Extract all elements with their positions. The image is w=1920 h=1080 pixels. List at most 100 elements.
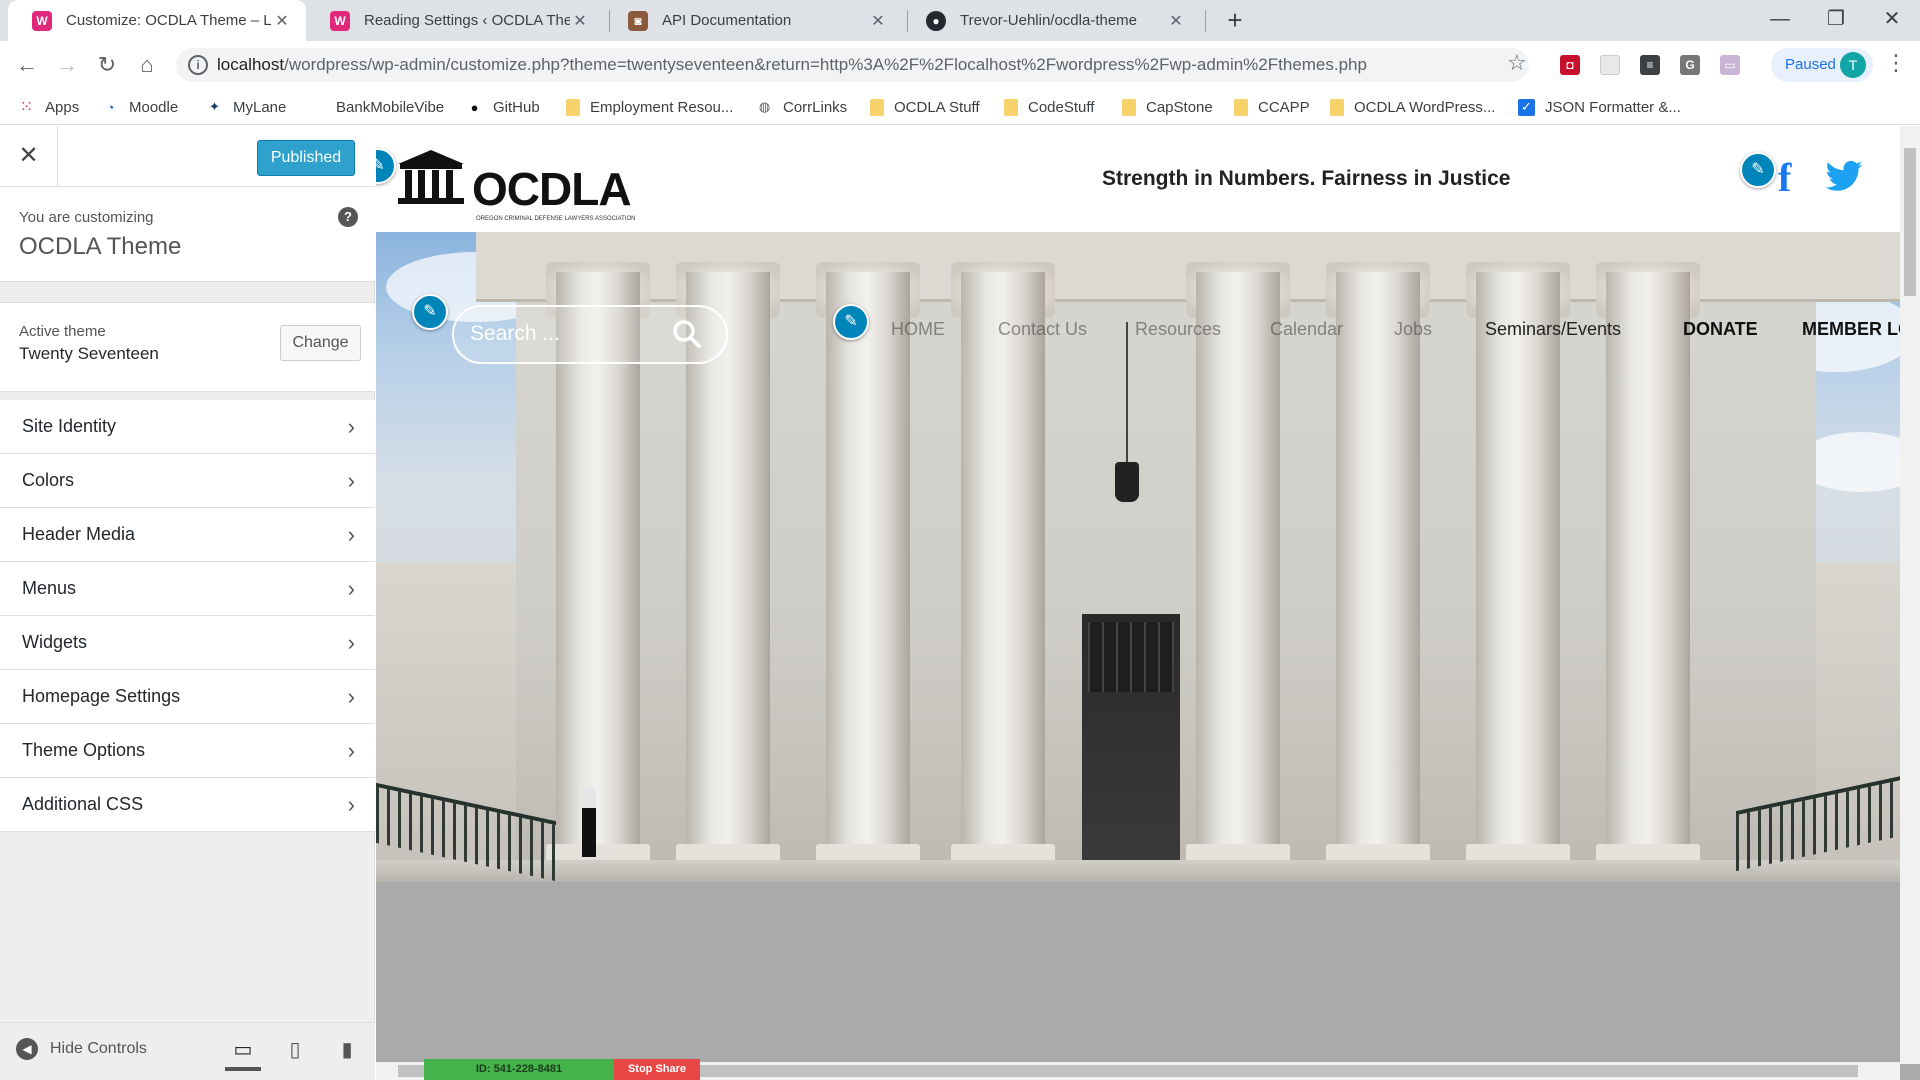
tab-reading-settings[interactable]: W Reading Settings ‹ OCDLA Theme ✕ [306, 0, 604, 41]
nav-home[interactable]: HOME [891, 319, 945, 340]
home-button[interactable]: ⌂ [130, 48, 164, 82]
section-widgets[interactable]: Widgets › [0, 616, 375, 670]
site-title: OCDLA Theme [19, 233, 182, 260]
section-theme-options[interactable]: Theme Options › [0, 724, 375, 778]
bookmark-label: OCDLA WordPress... [1354, 98, 1496, 116]
nav-member-login[interactable]: MEMBER LO [1802, 319, 1912, 340]
back-button[interactable]: ← [10, 48, 44, 82]
tab-strip: W Customize: OCDLA Theme – Libr ✕ W Read… [0, 0, 1920, 41]
avatar[interactable]: T [1840, 52, 1866, 78]
search-icon[interactable] [672, 319, 702, 349]
bookmark-star-icon[interactable]: ☆ [1507, 50, 1527, 76]
customizer-header: ✕ Published [0, 126, 375, 187]
facebook-icon[interactable]: f [1778, 154, 1791, 201]
change-theme-button[interactable]: Change [280, 325, 361, 361]
bookmark-mylane[interactable]: ✦ MyLane [206, 95, 286, 119]
bookmark-apps[interactable]: ⁙ Apps [18, 95, 79, 119]
bookmark-label: Apps [45, 98, 80, 116]
bookmark-ocdla-stuff[interactable]: OCDLA Stuff [870, 95, 980, 119]
minimize-button[interactable]: — [1752, 0, 1808, 41]
close-tab-icon[interactable]: ✕ [1166, 11, 1186, 31]
bookmark-json-formatter[interactable]: ✓ JSON Formatter &... [1518, 95, 1681, 119]
chevron-right-icon: › [347, 576, 355, 601]
search-input[interactable]: Search ... [452, 305, 728, 364]
extension-pocket-icon[interactable]: ◘ [1560, 55, 1580, 75]
bookmark-employment[interactable]: Employment Resou... [566, 95, 733, 119]
edit-shortcut-icon[interactable]: ✎ [376, 148, 396, 184]
close-customizer-icon[interactable]: ✕ [0, 126, 58, 187]
bookmark-ocdla-wordpress[interactable]: OCDLA WordPress... [1330, 95, 1495, 119]
close-window-button[interactable]: ✕ [1864, 0, 1920, 41]
browser-menu-icon[interactable]: ⋮ [1885, 50, 1907, 76]
nav-donate[interactable]: DONATE [1683, 319, 1758, 340]
close-tab-icon[interactable]: ✕ [570, 11, 590, 31]
section-site-identity[interactable]: Site Identity › [0, 400, 375, 454]
active-theme-label: Active theme [19, 323, 106, 340]
extension-g-icon[interactable]: G [1680, 55, 1700, 75]
bookmark-corrlinks[interactable]: ◍ CorrLinks [756, 95, 847, 119]
site-logo[interactable]: OCDLA OREGON CRIMINAL DEFENSE LAWYERS AS… [396, 148, 635, 222]
chevron-right-icon: › [347, 414, 355, 439]
tab-api-docs[interactable]: ◙ API Documentation ✕ [604, 0, 902, 41]
bookmark-label: OCDLA Stuff [894, 98, 980, 116]
section-menus[interactable]: Menus › [0, 562, 375, 616]
mobile-preview-icon[interactable]: ▮ [329, 1031, 365, 1071]
stop-share-button[interactable]: Stop Share [614, 1059, 700, 1080]
tab-github[interactable]: ● Trevor-Uehlin/ocdla-theme ✕ [902, 0, 1200, 41]
vertical-scroll-thumb[interactable] [1904, 148, 1916, 296]
new-tab-button[interactable]: + [1220, 6, 1250, 36]
edit-shortcut-icon[interactable]: ✎ [412, 294, 448, 330]
bookmark-label: Employment Resou... [590, 98, 734, 116]
tablet-preview-icon[interactable]: ▯ [277, 1031, 313, 1071]
nav-calendar[interactable]: Calendar [1270, 319, 1343, 340]
bookmark-label: CapStone [1146, 98, 1213, 116]
site-header: OCDLA OREGON CRIMINAL DEFENSE LAWYERS AS… [376, 126, 1920, 232]
extension-list-icon[interactable]: ≡ [1640, 55, 1660, 75]
nav-resources[interactable]: Resources [1135, 319, 1221, 340]
lamp-chain [1126, 322, 1128, 462]
customizer-sections: Site Identity › Colors › Header Media › Men… [0, 400, 375, 832]
bookmark-ccapp[interactable]: CCAPP [1234, 95, 1310, 119]
section-homepage-settings[interactable]: Homepage Settings › [0, 670, 375, 724]
close-tab-icon[interactable]: ✕ [868, 11, 888, 31]
site-preview: OCDLA OREGON CRIMINAL DEFENSE LAWYERS AS… [376, 126, 1920, 1080]
url-host: localhost [217, 55, 285, 74]
desktop-preview-icon[interactable]: ▭ [225, 1031, 261, 1071]
section-label: Widgets [22, 632, 88, 652]
forward-button[interactable]: → [50, 48, 84, 82]
logo-text: OCDLA [472, 163, 632, 215]
hide-controls-button[interactable]: ◀ Hide Controls [16, 1037, 147, 1061]
help-icon[interactable]: ? [338, 207, 358, 227]
share-id-label: ID: 541-228-8481 [424, 1059, 614, 1080]
bookmark-github[interactable]: ● GitHub [466, 95, 540, 119]
nav-jobs[interactable]: Jobs [1394, 319, 1432, 340]
bookmark-bankmobile[interactable]: BankMobileVibe [336, 95, 444, 119]
bookmark-capstone[interactable]: CapStone [1122, 95, 1213, 119]
bookmark-codestuff[interactable]: CodeStuff [1004, 95, 1094, 119]
nav-contact-us[interactable]: Contact Us [998, 319, 1087, 340]
section-colors[interactable]: Colors › [0, 454, 375, 508]
column [1606, 272, 1690, 862]
edit-shortcut-icon[interactable]: ✎ [833, 304, 869, 340]
site-info-icon[interactable]: i [188, 55, 208, 75]
reload-button[interactable]: ↻ [90, 48, 124, 82]
nav-seminars-events[interactable]: Seminars/Events [1485, 319, 1621, 340]
edit-shortcut-icon[interactable]: ✎ [1740, 152, 1776, 188]
chevron-right-icon: › [347, 468, 355, 493]
close-tab-icon[interactable]: ✕ [272, 11, 292, 31]
bookmark-moodle[interactable]: ◔ Moodle [102, 95, 179, 119]
active-theme-panel: Active theme Twenty Seventeen Change [0, 302, 375, 392]
section-header-media[interactable]: Header Media › [0, 508, 375, 562]
twitter-icon[interactable] [1824, 159, 1864, 195]
section-label: Header Media [22, 524, 136, 544]
extension-window-icon[interactable]: ▭ [1720, 55, 1740, 75]
mylane-icon: ✦ [209, 99, 220, 114]
restore-button[interactable]: ❐ [1808, 0, 1864, 41]
extension-blank-icon[interactable] [1600, 55, 1620, 75]
url-text[interactable]: localhost/wordpress/wp-admin/customize.p… [217, 55, 1367, 75]
bookmark-label: CodeStuff [1028, 98, 1095, 116]
tab-customize[interactable]: W Customize: OCDLA Theme – Libr ✕ [8, 0, 306, 41]
section-additional-css[interactable]: Additional CSS › [0, 778, 375, 832]
tab-separator [1205, 10, 1206, 32]
publish-button[interactable]: Published [257, 140, 355, 176]
